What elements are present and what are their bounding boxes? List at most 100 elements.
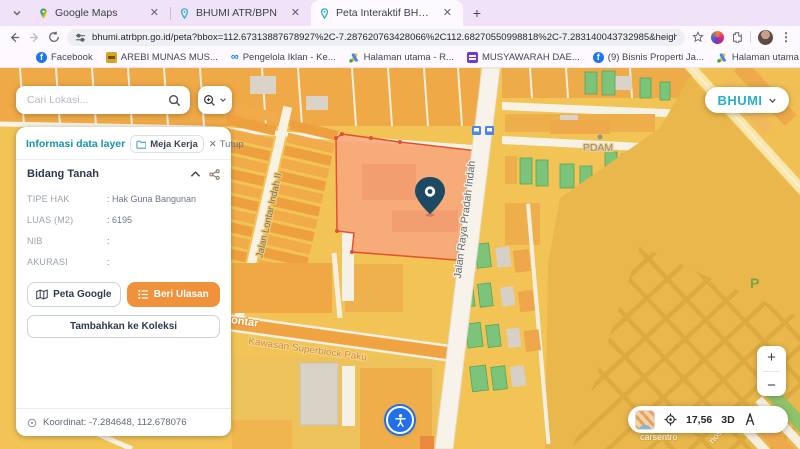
3d-mode-button[interactable]: 3D bbox=[721, 414, 734, 426]
bookmark-facebook[interactable]: fFacebook bbox=[36, 52, 93, 63]
site-info-icon[interactable] bbox=[75, 32, 86, 43]
extension-icon[interactable] bbox=[711, 31, 724, 44]
bookmark-pengelola-iklan[interactable]: ∞ Pengelola Iklan - Ke... bbox=[231, 52, 336, 63]
zoom-control: + − bbox=[757, 346, 786, 396]
bookmark-label: Pengelola Iklan - Ke... bbox=[243, 52, 336, 63]
coordinate-readout: Koordinat: -7.284648, 112.678076 bbox=[43, 417, 187, 428]
address-bar[interactable]: bhumi.atrbpn.go.id/peta?bbox=112.6731388… bbox=[67, 29, 685, 46]
location-search[interactable] bbox=[16, 86, 190, 114]
meja-kerja-label: Meja Kerja bbox=[150, 139, 198, 150]
map-canvas[interactable]: Jalan Raya Pradah Indah Jalan Lontar Ind… bbox=[0, 68, 800, 449]
zoom-search-button[interactable] bbox=[198, 86, 232, 114]
beri-ulasan-button[interactable]: Beri Ulasan bbox=[127, 282, 221, 307]
share-icon[interactable] bbox=[209, 169, 220, 180]
arebi-icon bbox=[106, 52, 117, 63]
zoom-out-button[interactable]: − bbox=[767, 377, 776, 394]
tab-title: Peta Interaktif BHUMI ATR/BPN bbox=[336, 7, 434, 19]
tambahkan-koleksi-button[interactable]: Tambahkan ke Koleksi bbox=[27, 315, 220, 338]
tab-close-icon[interactable]: ✕ bbox=[147, 7, 162, 20]
purple-app-icon bbox=[467, 52, 478, 63]
bookmark-halaman-utama-1[interactable]: Halaman utama - R... bbox=[349, 52, 454, 63]
peta-google-label: Peta Google bbox=[53, 289, 111, 300]
bookmark-arebi[interactable]: AREBI MUNAS MUS... bbox=[106, 52, 218, 63]
tab-strip: Google Maps ✕ BHUMI ATR/BPN ✕ Peta Inter… bbox=[0, 0, 800, 26]
field-row: AKURASI: bbox=[27, 257, 220, 267]
forward-button[interactable] bbox=[28, 31, 41, 44]
browser-window: Google Maps ✕ BHUMI ATR/BPN ✕ Peta Inter… bbox=[0, 0, 800, 449]
tab-title: Google Maps bbox=[55, 7, 141, 19]
field-row: LUAS (M2): 6195 bbox=[27, 215, 220, 225]
google-ads-icon bbox=[349, 53, 360, 63]
browser-menu-icon[interactable]: ⋮ bbox=[780, 30, 792, 44]
tab-peta-interaktif-active[interactable]: Peta Interaktif BHUMI ATR/BPN ✕ bbox=[311, 0, 463, 26]
layer-info-panel: Informasi data layer Meja Kerja ✕ Tutup … bbox=[16, 127, 231, 436]
zoom-level-readout: 17,56 bbox=[686, 414, 712, 426]
facebook-icon: f bbox=[36, 52, 47, 63]
divider bbox=[763, 371, 780, 372]
accessibility-person-icon bbox=[393, 413, 408, 428]
browser-toolbar: bhumi.atrbpn.go.id/peta?bbox=112.6731388… bbox=[0, 26, 800, 48]
field-label: LUAS (M2) bbox=[27, 215, 107, 225]
new-tab-button[interactable]: + bbox=[467, 3, 487, 23]
chevron-down-icon bbox=[12, 8, 22, 18]
coordinate-footer: Koordinat: -7.284648, 112.678076 bbox=[16, 408, 231, 436]
back-button[interactable] bbox=[8, 31, 21, 44]
basemap-switcher[interactable] bbox=[635, 410, 655, 430]
close-panel-button[interactable]: ✕ Tutup bbox=[209, 139, 244, 150]
field-value: : bbox=[107, 236, 110, 246]
tab-close-icon[interactable]: ✕ bbox=[288, 7, 303, 20]
profile-avatar[interactable] bbox=[758, 30, 773, 45]
review-list-icon bbox=[138, 289, 149, 300]
bookmark-label: MUSYAWARAH DAE... bbox=[482, 52, 580, 63]
compass-icon[interactable] bbox=[744, 413, 756, 426]
close-icon: ✕ bbox=[209, 139, 217, 150]
extensions-puzzle-icon[interactable] bbox=[731, 31, 743, 43]
reload-button[interactable] bbox=[48, 31, 60, 43]
locate-target-icon[interactable] bbox=[664, 413, 677, 426]
action-buttons: Peta Google Beri Ulasan bbox=[16, 278, 231, 307]
tab-search-button[interactable] bbox=[6, 3, 28, 23]
parcel-fields: TIPE HAK: Hak Guna Bangunan LUAS (M2): 6… bbox=[16, 188, 231, 267]
panel-header: Informasi data layer Meja Kerja ✕ Tutup bbox=[16, 127, 231, 159]
bookmark-label: Halaman utama - R... bbox=[732, 52, 800, 63]
bhumi-logo-button[interactable]: BHUMI bbox=[705, 87, 789, 113]
bookmark-label: Halaman utama - R... bbox=[364, 52, 454, 63]
meta-icon: ∞ bbox=[231, 52, 239, 63]
field-value: : Hak Guna Bangunan bbox=[107, 194, 196, 204]
zoom-in-button[interactable]: + bbox=[767, 349, 776, 366]
chevron-down-icon bbox=[219, 96, 227, 104]
bookmark-musyawarah[interactable]: MUSYAWARAH DAE... bbox=[467, 52, 580, 63]
meja-kerja-button[interactable]: Meja Kerja bbox=[130, 135, 204, 153]
map-control-bar: 17,56 3D bbox=[628, 406, 788, 433]
tab-close-icon[interactable]: ✕ bbox=[440, 7, 455, 20]
accessibility-button[interactable] bbox=[386, 406, 414, 434]
field-label: TIPE HAK bbox=[27, 194, 107, 204]
facebook-icon: f bbox=[593, 52, 604, 63]
bhumi-favicon bbox=[179, 8, 190, 19]
magnifier-plus-icon bbox=[203, 94, 216, 107]
close-label: Tutup bbox=[220, 139, 244, 150]
field-label: NIB bbox=[27, 236, 107, 246]
workspace-folder-icon bbox=[136, 140, 146, 149]
bookmark-halaman-utama-2[interactable]: Halaman utama - R... bbox=[717, 52, 800, 63]
area-label-pdam: PDAM bbox=[583, 142, 613, 154]
bookmarks-bar: fFacebook AREBI MUNAS MUS... ∞ Pengelola … bbox=[0, 48, 800, 68]
peta-google-button[interactable]: Peta Google bbox=[27, 282, 121, 307]
bookmark-bisnis-properti[interactable]: f (9) Bisnis Properti Ja... bbox=[593, 52, 704, 63]
search-input[interactable] bbox=[25, 93, 162, 107]
bhumi-logo-text: BHUMI bbox=[717, 93, 762, 108]
tab-google-maps[interactable]: Google Maps ✕ bbox=[30, 0, 170, 26]
tab-bhumi[interactable]: BHUMI ATR/BPN ✕ bbox=[171, 0, 311, 26]
bookmark-star-icon[interactable] bbox=[692, 31, 704, 43]
search-icon[interactable] bbox=[168, 94, 181, 107]
field-value: : bbox=[107, 257, 110, 267]
tab-title: BHUMI ATR/BPN bbox=[196, 7, 282, 19]
chevron-down-icon bbox=[768, 96, 777, 105]
bookmark-label: AREBI MUNAS MUS... bbox=[121, 52, 218, 63]
collapse-chevron-up-icon[interactable] bbox=[190, 170, 201, 178]
bidang-tanah-section: Bidang Tanah bbox=[16, 160, 231, 188]
field-row: TIPE HAK: Hak Guna Bangunan bbox=[27, 194, 220, 204]
tambahkan-koleksi-label: Tambahkan ke Koleksi bbox=[70, 321, 177, 332]
bookmark-label: (9) Bisnis Properti Ja... bbox=[608, 52, 704, 63]
coordinate-target-icon bbox=[27, 418, 37, 428]
